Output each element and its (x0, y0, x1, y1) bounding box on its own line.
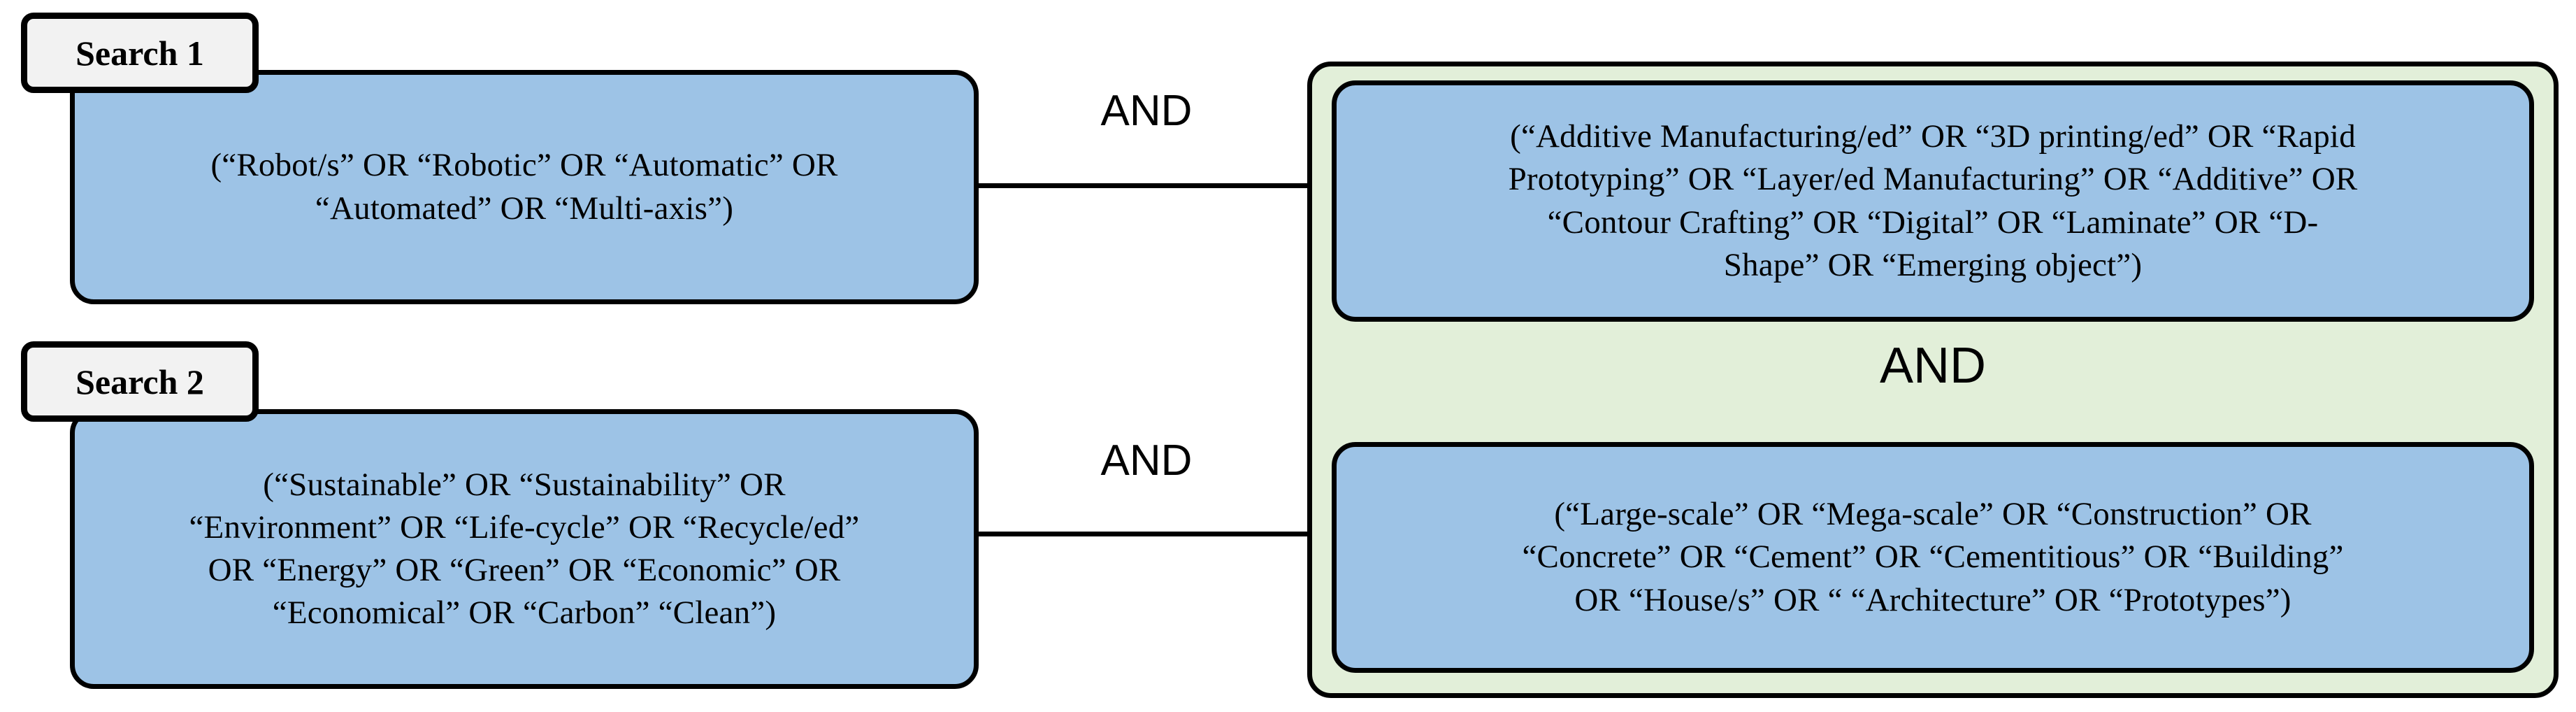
search-2-query-box[interactable]: (“Sustainable” OR “Sustainability” OR “E… (70, 409, 979, 689)
search-1-query-box[interactable]: (“Robot/s” OR “Robotic” OR “Automatic” O… (70, 70, 979, 304)
and-operator-search-2-text: AND (1100, 436, 1193, 485)
search-1-label-text: Search 1 (75, 33, 204, 73)
and-operator-inner: AND (1312, 341, 2554, 391)
right-group-box-1-text: (“Additive Manufacturing/ed” OR “3D prin… (1508, 118, 2358, 283)
connector-search-1 (977, 183, 1307, 188)
right-group-box-2-text: (“Large-scale” OR “Mega-scale” OR “Const… (1522, 496, 2344, 618)
search-2-label-text: Search 2 (75, 362, 204, 401)
and-operator-inner-text: AND (1879, 338, 1986, 394)
right-group-box-1[interactable]: (“Additive Manufacturing/ed” OR “3D prin… (1332, 80, 2534, 322)
search-1-label[interactable]: Search 1 (21, 13, 259, 93)
search-2-label[interactable]: Search 2 (21, 341, 259, 422)
diagram-canvas: (“Robot/s” OR “Robotic” OR “Automatic” O… (0, 0, 2576, 712)
right-group-box-2[interactable]: (“Large-scale” OR “Mega-scale” OR “Const… (1332, 442, 2534, 673)
and-operator-search-1: AND (1063, 90, 1230, 133)
connector-search-2 (977, 532, 1307, 536)
and-operator-search-2: AND (1063, 439, 1230, 483)
and-operator-search-1-text: AND (1100, 87, 1193, 135)
search-1-query-text: (“Robot/s” OR “Robotic” OR “Automatic” O… (210, 147, 838, 227)
search-2-query-text: (“Sustainable” OR “Sustainability” OR “E… (189, 466, 860, 632)
